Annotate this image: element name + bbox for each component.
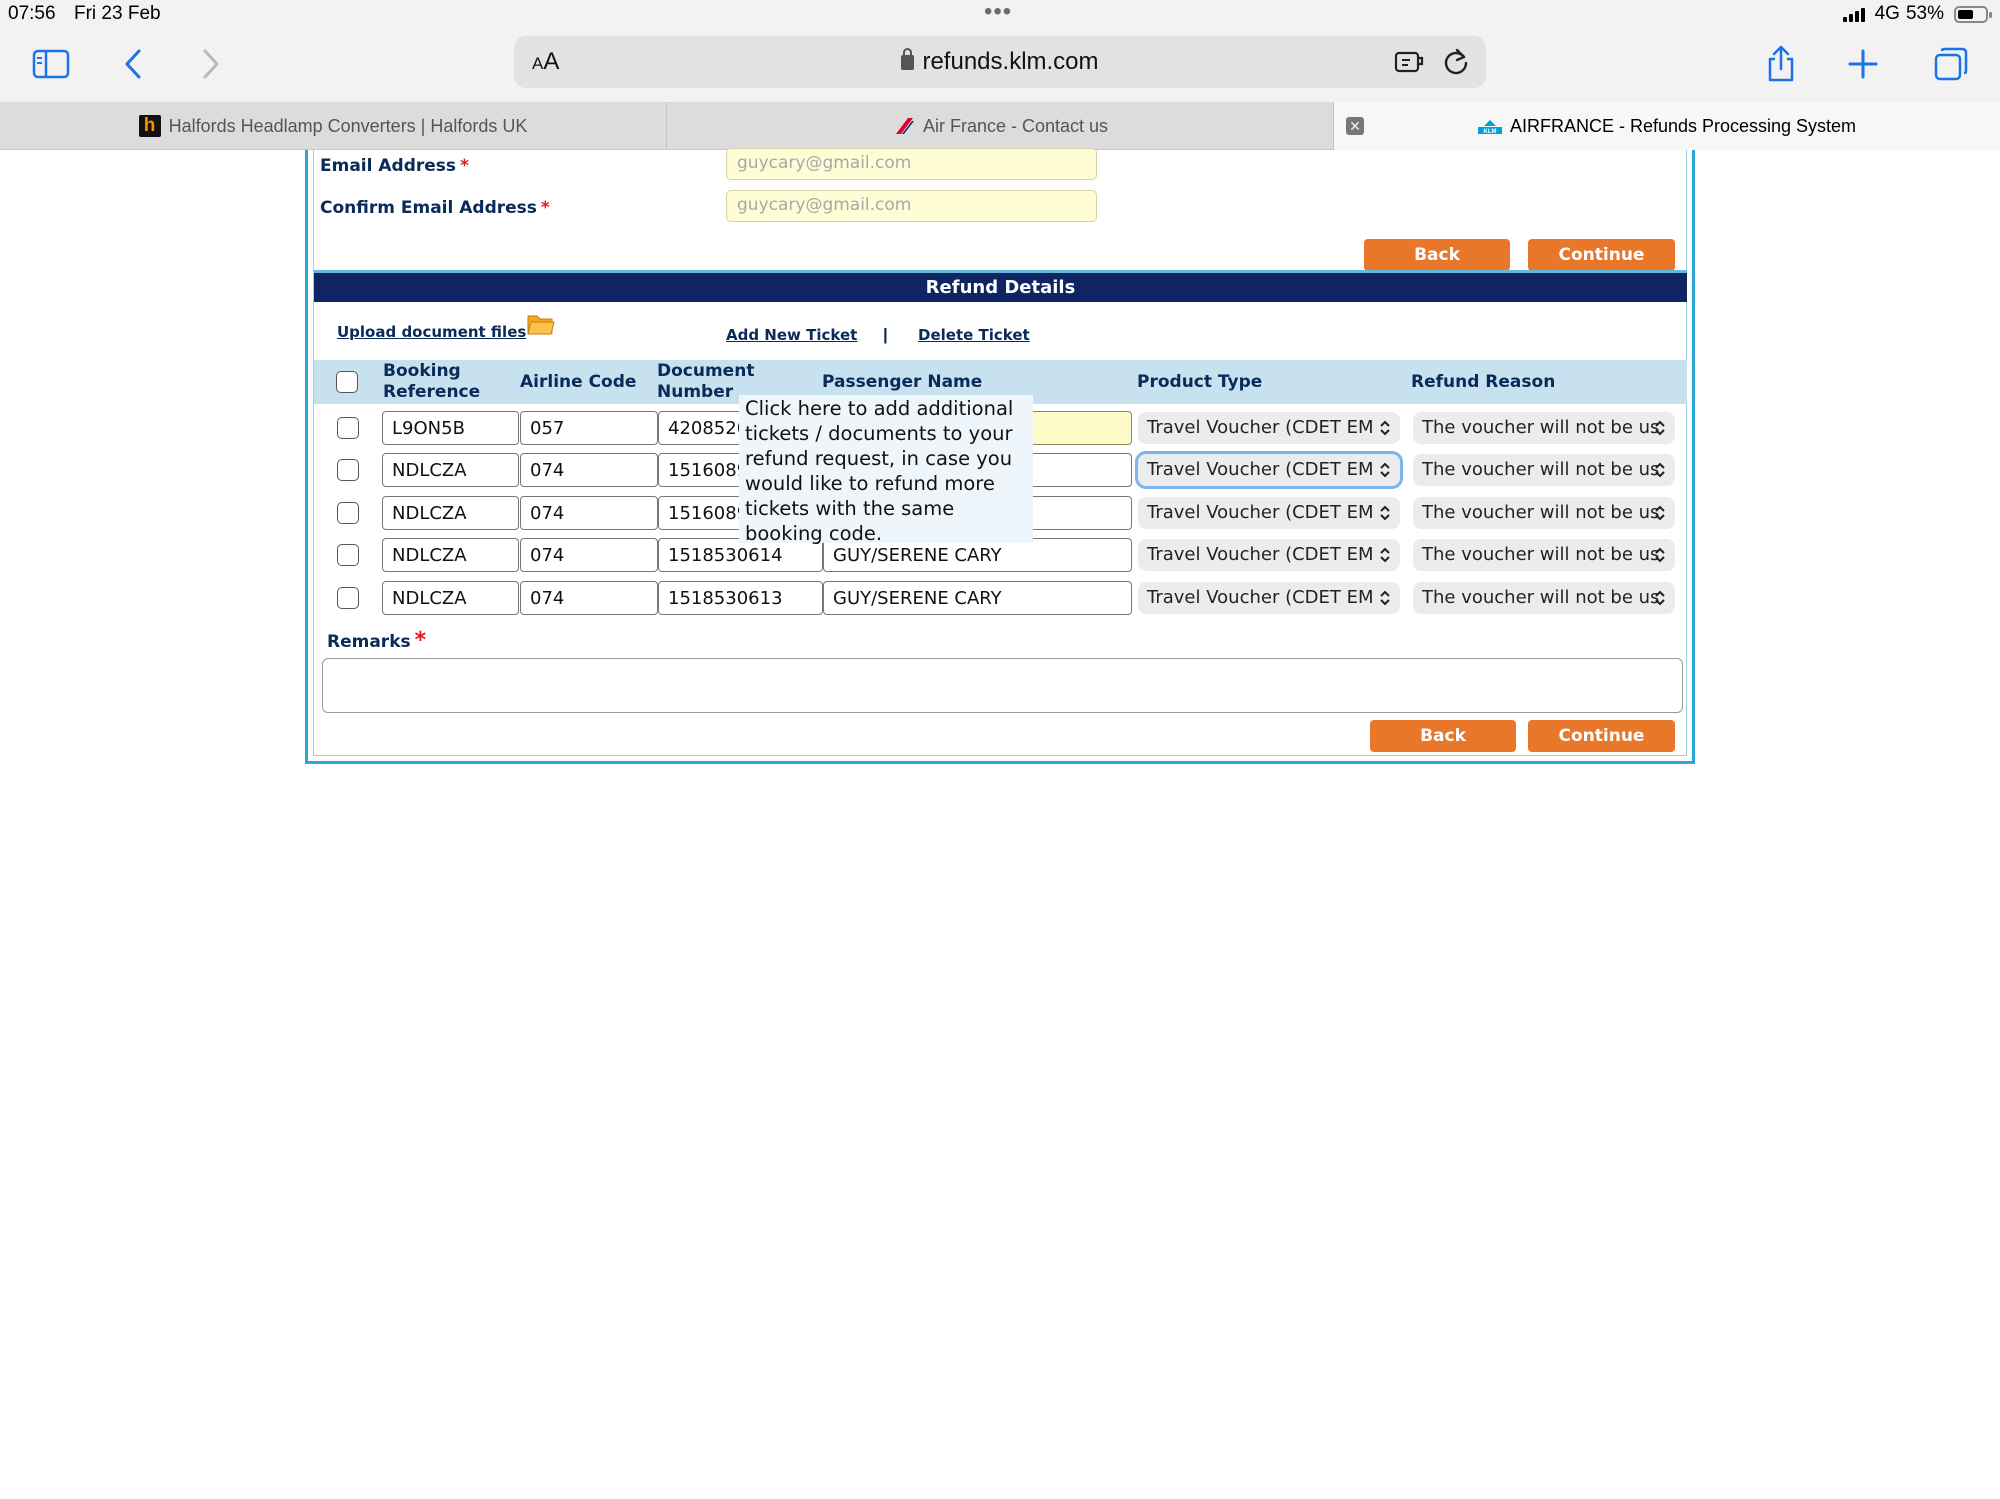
email-field[interactable]: guycary@gmail.com (726, 148, 1097, 180)
klm-favicon: KLM (1477, 120, 1502, 134)
product-type-select[interactable]: Travel Voucher (CDET EM (1138, 539, 1400, 571)
url-text: refunds.klm.com (922, 48, 1099, 75)
close-tab-icon[interactable]: ✕ (1346, 117, 1364, 135)
tab-halfords[interactable]: h Halfords Headlamp Converters | Halford… (0, 102, 667, 150)
extensions-icon[interactable] (1394, 48, 1424, 79)
back-button-top[interactable]: Back (1364, 239, 1510, 271)
row-checkbox[interactable] (337, 459, 359, 481)
status-time: 07:56 (8, 3, 56, 24)
remarks-label: Remarks * (327, 628, 427, 653)
folder-icon[interactable] (527, 312, 555, 336)
chevron-updown-icon (1655, 462, 1665, 478)
address-bar[interactable]: AA refunds.klm.com (514, 36, 1486, 88)
sidebar-toggle-icon[interactable] (26, 42, 76, 86)
svg-text:KLM: KLM (1483, 129, 1496, 134)
battery-icon (1954, 5, 1992, 23)
column-header-passenger: Passenger Name (822, 372, 983, 392)
airline-code-field[interactable]: 074 (520, 496, 658, 530)
upload-documents-link[interactable]: Upload document files (337, 323, 526, 341)
halfords-favicon: h (138, 115, 161, 137)
multitasking-dots-icon[interactable]: ••• (984, 0, 1012, 26)
refund-details-header: Refund Details (314, 270, 1687, 302)
tab-title: Halfords Headlamp Converters | Halfords … (168, 115, 528, 136)
cellular-signal-icon (1842, 6, 1865, 22)
new-tab-icon[interactable] (1838, 42, 1888, 86)
booking-reference-field[interactable]: NDLCZA (382, 453, 519, 487)
confirm-email-field[interactable]: guycary@gmail.com (726, 190, 1097, 222)
refund-reason-select[interactable]: The voucher will not be us (1413, 412, 1675, 444)
reload-icon[interactable] (1442, 46, 1470, 81)
continue-button-bottom[interactable]: Continue (1528, 720, 1675, 752)
forward-nav-icon[interactable] (186, 42, 236, 86)
passenger-name-field[interactable]: GUY/SERENE CARY (823, 581, 1132, 615)
address-url[interactable]: refunds.klm.com (514, 48, 1486, 76)
row-checkbox[interactable] (337, 417, 359, 439)
document-number-field[interactable]: 1518530613 (658, 581, 823, 615)
tab-overview-icon[interactable] (1926, 42, 1976, 86)
airline-code-field[interactable]: 074 (520, 538, 658, 572)
row-checkbox[interactable] (337, 587, 359, 609)
row-checkbox[interactable] (337, 502, 359, 524)
column-header-booking: Booking Reference (383, 361, 481, 402)
product-type-select[interactable]: Travel Voucher (CDET EM (1138, 582, 1400, 614)
column-header-reason: Refund Reason (1411, 372, 1556, 392)
tab-title: AIRFRANCE - Refunds Processing System (1509, 115, 1857, 136)
continue-button-top[interactable]: Continue (1528, 239, 1675, 271)
add-ticket-tooltip: Click here to add additional tickets / d… (739, 395, 1033, 545)
refund-reason-select[interactable]: The voucher will not be us (1413, 454, 1675, 486)
row-checkbox[interactable] (337, 544, 359, 566)
chevron-updown-icon (1380, 590, 1390, 606)
chevron-updown-icon (1380, 505, 1390, 521)
back-nav-icon[interactable] (108, 42, 158, 86)
chevron-updown-icon (1380, 420, 1390, 436)
chevron-updown-icon (1655, 420, 1665, 436)
refund-reason-select[interactable]: The voucher will not be us (1413, 497, 1675, 529)
refund-reason-select[interactable]: The voucher will not be us (1413, 582, 1675, 614)
airfrance-favicon (895, 118, 914, 134)
tab-refunds[interactable]: ✕ KLM AIRFRANCE - Refunds Processing Sys… (1334, 102, 2000, 150)
tab-bar: h Halfords Headlamp Converters | Halford… (0, 102, 2000, 150)
chevron-updown-icon (1380, 462, 1390, 478)
tab-airfrance-contact[interactable]: Air France - Contact us (668, 102, 1334, 150)
select-all-checkbox[interactable] (336, 371, 358, 393)
airline-code-field[interactable]: 074 (520, 581, 658, 615)
back-button-bottom[interactable]: Back (1370, 720, 1516, 752)
chevron-updown-icon (1655, 505, 1665, 521)
tab-title: Air France - Contact us (922, 115, 1109, 136)
status-date: Fri 23 Feb (74, 3, 161, 24)
delete-ticket-link[interactable]: Delete Ticket (918, 326, 1030, 344)
product-type-select[interactable]: Travel Voucher (CDET EM (1138, 454, 1400, 486)
refund-reason-select[interactable]: The voucher will not be us (1413, 539, 1675, 571)
status-bar: 07:56 Fri 23 Feb ••• 4G 53% (0, 0, 2000, 32)
product-type-select[interactable]: Travel Voucher (CDET EM (1138, 497, 1400, 529)
link-separator: | (883, 325, 888, 344)
browser-toolbar: AA refunds.klm.com (0, 32, 2000, 102)
battery-percent: 53% (1905, 3, 1944, 24)
booking-reference-field[interactable]: L9ON5B (382, 411, 519, 445)
booking-reference-field[interactable]: NDLCZA (382, 496, 519, 530)
lock-icon (901, 48, 915, 70)
confirm-email-label: Confirm Email Address * (320, 198, 550, 218)
status-indicators: 4G 53% (1842, 3, 1992, 25)
email-label: Email Address * (320, 156, 469, 176)
product-type-select[interactable]: Travel Voucher (CDET EM (1138, 412, 1400, 444)
chevron-updown-icon (1380, 547, 1390, 563)
airline-code-field[interactable]: 074 (520, 453, 658, 487)
booking-reference-field[interactable]: NDLCZA (382, 538, 519, 572)
airline-code-field[interactable]: 057 (520, 411, 658, 445)
column-header-airline: Airline Code (520, 372, 637, 392)
add-new-ticket-link[interactable]: Add New Ticket (726, 326, 857, 344)
network-type: 4G (1874, 3, 1900, 24)
chevron-updown-icon (1655, 547, 1665, 563)
booking-reference-field[interactable]: NDLCZA (382, 581, 519, 615)
share-icon[interactable] (1756, 42, 1806, 86)
remarks-textarea[interactable] (322, 658, 1683, 713)
chevron-updown-icon (1655, 590, 1665, 606)
column-header-product: Product Type (1137, 372, 1263, 392)
